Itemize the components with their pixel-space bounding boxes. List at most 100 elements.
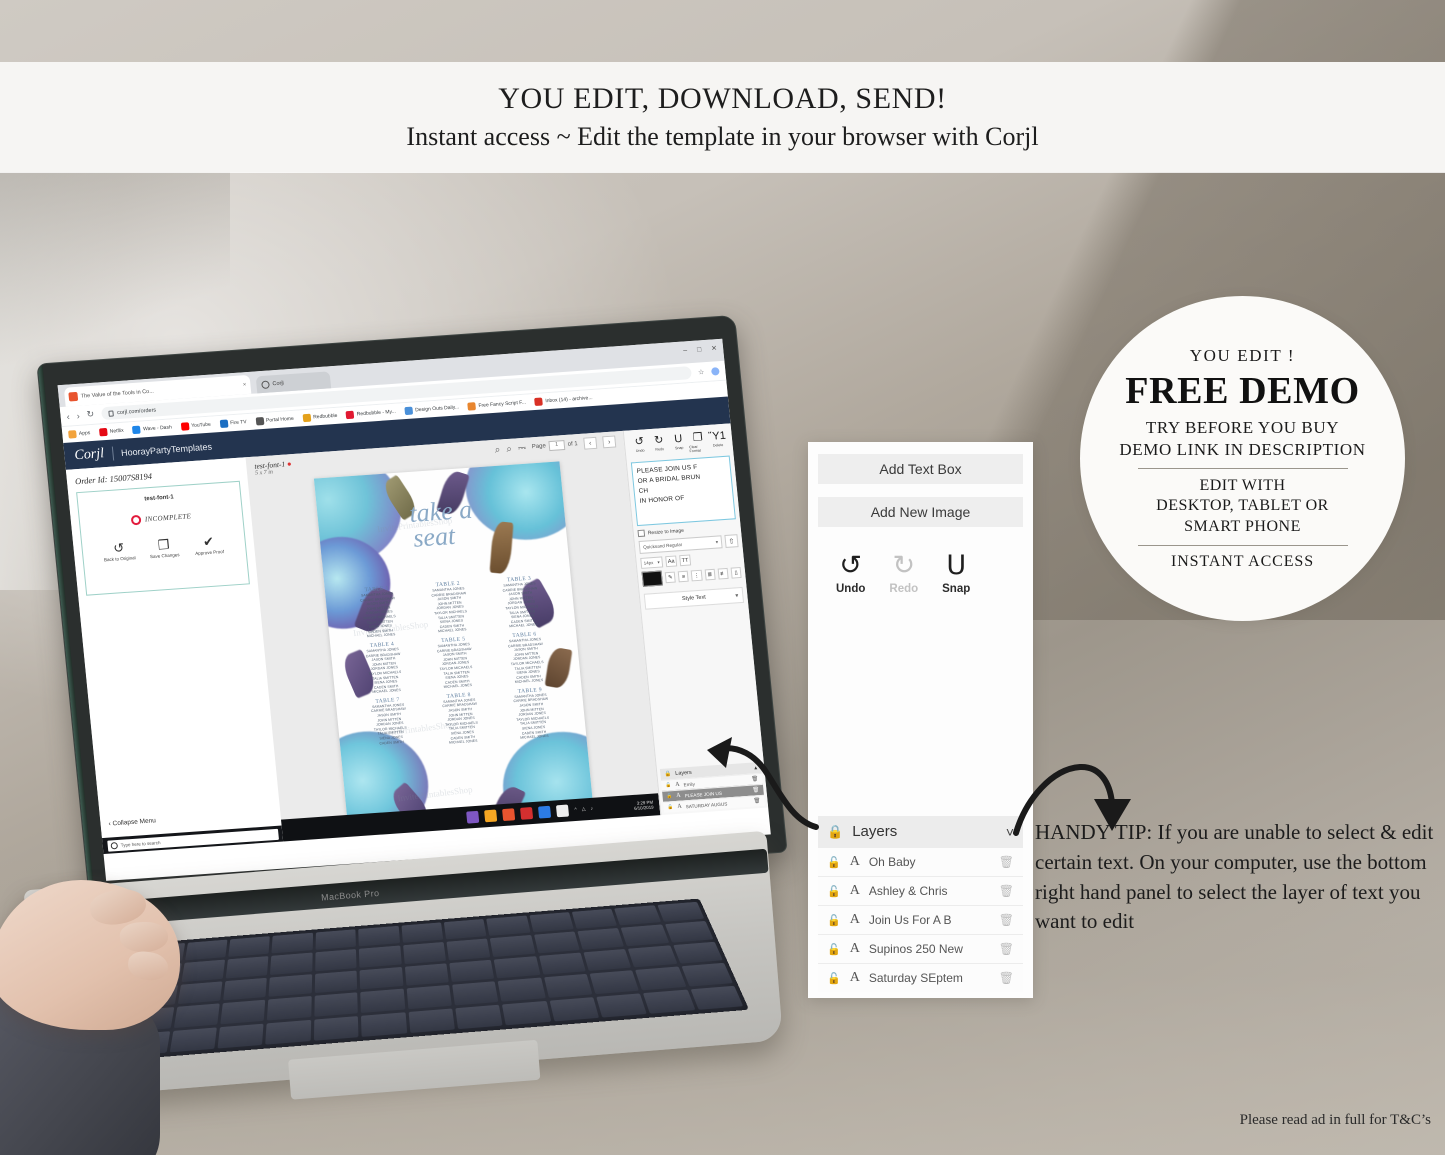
maximize-icon[interactable]: □: [697, 346, 702, 353]
vertical-align-icon[interactable]: ▯: [730, 566, 742, 579]
keyboard-key[interactable]: [486, 915, 531, 937]
layer-row[interactable]: 🔓 A Join Us For A B 🗑: [818, 905, 1023, 934]
keyboard-key[interactable]: [589, 970, 640, 994]
app-icon[interactable]: [466, 810, 480, 824]
undo-tool[interactable]: ↺ Undo: [836, 552, 865, 595]
bookmark-item[interactable]: Free Fancy Script F...: [467, 399, 527, 411]
trash-tool[interactable]: Ὕ1 Delete: [707, 430, 728, 452]
keyboard-key[interactable]: [690, 985, 744, 1010]
keyboard-key[interactable]: [533, 931, 580, 954]
keyboard-key[interactable]: [408, 1008, 455, 1034]
keyboard-key[interactable]: [628, 945, 678, 968]
undo-tool[interactable]: ↺ Undo: [629, 436, 650, 457]
close-icon[interactable]: ×: [243, 382, 247, 388]
check-button[interactable]: ✔ Approve Proof: [192, 534, 226, 556]
magnet-tool[interactable]: U Snap: [942, 552, 970, 595]
unlock-icon[interactable]: 🔓: [665, 782, 671, 788]
trackpad[interactable]: [288, 1039, 541, 1100]
font-upload-button[interactable]: ⇧: [724, 534, 739, 548]
layer-row[interactable]: 🔓 A Ashley & Chris 🗑: [818, 876, 1023, 905]
window-controls[interactable]: – □ ✕: [683, 344, 718, 354]
unlock-icon[interactable]: 🔓: [827, 972, 841, 985]
keyboard-key[interactable]: [401, 922, 444, 944]
keyboard-key[interactable]: [265, 1019, 311, 1045]
unlock-icon[interactable]: 🔓: [827, 885, 841, 898]
bookmark-item[interactable]: Netflix: [98, 427, 124, 437]
windows-logo-icon[interactable]: [94, 842, 104, 851]
keyboard-key[interactable]: [490, 935, 536, 957]
keyboard-key[interactable]: [672, 941, 723, 964]
keyboard-key[interactable]: [270, 952, 313, 975]
add-text-box-button[interactable]: Add Text Box: [818, 454, 1023, 484]
keyboard-key[interactable]: [406, 985, 452, 1009]
layers-header[interactable]: 🔒 Layers ˅: [818, 816, 1023, 847]
keyboard-key[interactable]: [664, 921, 714, 943]
clear-format-tool[interactable]: ❐ Clear Format: [688, 431, 709, 453]
keyboard-key[interactable]: [271, 932, 313, 954]
collapse-menu-button[interactable]: ‹ Collapse Menu: [100, 809, 280, 829]
layer-row[interactable]: 🔓 A Oh Baby 🗑: [818, 847, 1023, 876]
bookmark-item[interactable]: Wave - Dash: [132, 423, 172, 435]
keyboard-key[interactable]: [538, 952, 586, 975]
trash-icon[interactable]: 🗑: [999, 855, 1014, 869]
revert-button[interactable]: ↺ Back to Original: [102, 540, 136, 562]
keyboard-key[interactable]: [228, 936, 271, 958]
bookmark-item[interactable]: YouTube: [180, 421, 211, 431]
keyboard-key[interactable]: [571, 908, 618, 930]
add-new-image-button[interactable]: Add New Image: [818, 497, 1023, 527]
keyboard-key[interactable]: [314, 970, 358, 994]
unlock-icon[interactable]: 🔓: [827, 856, 841, 869]
align-right-icon[interactable]: ≢: [717, 567, 729, 580]
app-icon[interactable]: [484, 809, 498, 823]
eyedropper-icon[interactable]: ✎: [664, 571, 677, 584]
redo-tool[interactable]: ↻ Redo: [889, 552, 918, 595]
keyboard-key[interactable]: [314, 992, 358, 1017]
bookmark-item[interactable]: Redbubble - My...: [345, 408, 396, 420]
app-icon[interactable]: [555, 804, 570, 818]
align-center-icon[interactable]: ≣: [704, 568, 716, 581]
trash-icon[interactable]: 🗑: [999, 942, 1014, 956]
keyboard-key[interactable]: [596, 993, 648, 1018]
app-icon[interactable]: [520, 807, 534, 820]
keyboard-key[interactable]: [313, 1015, 359, 1041]
keyboard-key[interactable]: [361, 1011, 407, 1037]
wifi-icon[interactable]: △: [582, 806, 586, 812]
prev-page-button[interactable]: ‹: [583, 436, 598, 450]
keyboard-key[interactable]: [577, 928, 625, 950]
bookmark-item[interactable]: Portal Home: [255, 415, 294, 426]
keyboard-key[interactable]: [543, 974, 593, 998]
reload-icon[interactable]: ↻: [86, 409, 95, 420]
style-text-button[interactable]: Style Text ▾: [643, 586, 745, 610]
keyboard-key[interactable]: [657, 901, 705, 923]
keyboard-key[interactable]: [614, 905, 661, 926]
trash-icon[interactable]: 🗑: [999, 913, 1014, 927]
bookmark-item[interactable]: Redbubble: [302, 412, 338, 423]
keyboard-key[interactable]: [223, 977, 268, 1001]
keyboard-key[interactable]: [452, 981, 499, 1006]
keyboard-key[interactable]: [359, 966, 403, 990]
bookmark-star-icon[interactable]: ☆: [698, 368, 705, 376]
trash-icon[interactable]: 🗑: [999, 884, 1014, 898]
bookmark-item[interactable]: Inbox (14) - archive...: [534, 394, 593, 406]
keyboard-key[interactable]: [449, 959, 495, 983]
keyboard-key[interactable]: [583, 948, 632, 972]
keyboard-key[interactable]: [621, 924, 669, 947]
font-size-select[interactable]: 14px ▾: [640, 556, 664, 569]
page-input[interactable]: 1: [548, 440, 566, 452]
order-card[interactable]: test-font-1 INCOMPLETE ↺ Back to Original…: [76, 480, 250, 596]
keyboard-key[interactable]: [443, 918, 487, 940]
keyboard-key[interactable]: [220, 999, 266, 1024]
keyboard-key[interactable]: [217, 1023, 264, 1049]
bookmark-item[interactable]: Fire TV: [219, 418, 247, 429]
app-icon[interactable]: [502, 808, 516, 822]
keyboard-key[interactable]: [502, 1000, 551, 1026]
checkbox[interactable]: [637, 529, 646, 538]
keyboard-key[interactable]: [402, 942, 446, 965]
keyboard-key[interactable]: [529, 912, 574, 933]
keyboard-key[interactable]: [681, 962, 733, 987]
text-color-swatch[interactable]: [641, 570, 664, 587]
chevron-up-icon[interactable]: ^: [574, 807, 577, 813]
keyboard-key[interactable]: [635, 966, 686, 991]
redo-tool[interactable]: ↻ Redo: [649, 434, 670, 456]
keyboard-key[interactable]: [404, 963, 449, 986]
